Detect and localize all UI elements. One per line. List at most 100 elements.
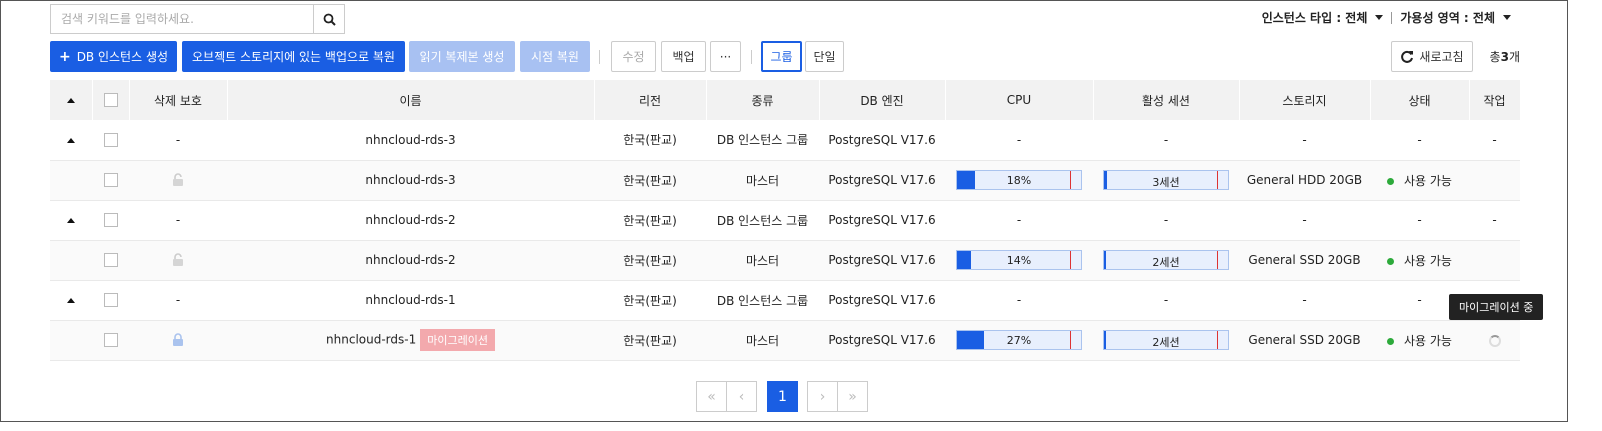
migration-badge: 마이그레이션: [420, 329, 495, 351]
col-status: 상태: [1370, 80, 1470, 120]
table-row[interactable]: nhncloud-rds-3 한국(판교) 마스터 PostgreSQL V17…: [50, 160, 1520, 201]
single-view-toggle[interactable]: 단일: [805, 41, 844, 72]
triangle-up-icon: [67, 137, 75, 143]
instance-name: nhncloud-rds-2: [227, 200, 594, 241]
instance-type: 마스터: [706, 320, 819, 361]
table-row[interactable]: nhncloud-rds-1 마이그레이션 한국(판교) 마스터 PostgreS…: [50, 320, 1520, 361]
last-page-button[interactable]: »: [837, 381, 868, 412]
refresh-button[interactable]: 새로고침: [1391, 41, 1473, 72]
select-all-checkbox-cell: [92, 80, 130, 120]
edit-button[interactable]: 수정: [611, 41, 656, 72]
group-collapse-toggle[interactable]: [50, 120, 92, 161]
db-engine: PostgreSQL V17.6: [819, 240, 945, 281]
col-name: 이름: [227, 80, 595, 120]
create-instance-button[interactable]: + DB 인스턴스 생성: [50, 41, 177, 72]
session-usage-bar: 3세션: [1103, 170, 1229, 190]
row-checkbox[interactable]: [103, 333, 118, 348]
triangle-up-icon: [66, 98, 75, 103]
db-engine: PostgreSQL V17.6: [819, 160, 945, 201]
chevron-left-icon: ‹: [738, 388, 745, 405]
session-usage-bar: 2세션: [1103, 250, 1229, 270]
select-all-checkbox[interactable]: [103, 93, 118, 108]
table-row-group[interactable]: - nhncloud-rds-3 한국(판교) DB 인스턴스 그룹 Postg…: [50, 120, 1520, 161]
refresh-icon: [1401, 50, 1414, 63]
col-db-engine: DB 엔진: [819, 80, 946, 120]
instance-type-filter[interactable]: 인스턴스 타입 : 전체: [1262, 9, 1384, 26]
divider: [1391, 11, 1393, 24]
collapse-all-toggle[interactable]: [50, 80, 93, 120]
search-button[interactable]: [313, 5, 344, 33]
region: 한국(판교): [594, 320, 706, 361]
prev-page-button[interactable]: ‹: [726, 381, 757, 412]
db-engine: PostgreSQL V17.6: [819, 200, 945, 241]
group-collapse-toggle[interactable]: [50, 200, 92, 241]
instance-type: DB 인스턴스 그룹: [706, 200, 819, 241]
session-usage-bar: 2세션: [1103, 330, 1229, 350]
row-checkbox[interactable]: [103, 293, 118, 308]
divider: [751, 50, 752, 64]
availability-zone-filter[interactable]: 가용성 영역 : 전체: [1400, 9, 1511, 26]
instance-name: nhncloud-rds-2: [227, 240, 594, 281]
db-engine: PostgreSQL V17.6: [819, 120, 945, 161]
instance-type-label: 인스턴스 타입 : 전체: [1261, 11, 1368, 25]
next-page-button[interactable]: ›: [807, 381, 838, 412]
migration-tooltip: 마이그레이션 중: [1449, 294, 1544, 320]
status: 사용 가능: [1370, 240, 1469, 281]
region: 한국(판교): [594, 240, 706, 281]
table-row[interactable]: nhncloud-rds-2 한국(판교) 마스터 PostgreSQL V17…: [50, 240, 1520, 281]
search-input[interactable]: [51, 5, 313, 33]
col-cpu: CPU: [945, 80, 1094, 120]
delete-protection: -: [129, 200, 227, 241]
col-action: 작업: [1469, 80, 1521, 120]
table-row-group[interactable]: - nhncloud-rds-2 한국(판교) DB 인스턴스 그룹 Postg…: [50, 200, 1520, 241]
lock-icon: [173, 333, 183, 347]
active-sessions: -: [1093, 200, 1239, 241]
row-checkbox[interactable]: [103, 213, 118, 228]
divider: [599, 50, 600, 64]
rds-console-panel: 인스턴스 타입 : 전체 가용성 영역 : 전체 + DB 인스턴스 생성 오브…: [0, 0, 1568, 422]
storage: -: [1239, 120, 1370, 161]
more-icon: ···: [719, 49, 732, 64]
plus-icon: +: [58, 48, 71, 65]
point-in-time-restore-button[interactable]: 시점 복원: [520, 41, 590, 72]
storage: General SSD 20GB: [1239, 240, 1370, 281]
col-region: 리전: [594, 80, 707, 120]
action: [1469, 320, 1520, 361]
double-chevron-left-icon: «: [707, 388, 716, 405]
instance-type: DB 인스턴스 그룹: [706, 280, 819, 321]
db-engine: PostgreSQL V17.6: [819, 320, 945, 361]
cpu-usage-bar: 14%: [956, 250, 1082, 270]
row-checkbox[interactable]: [103, 253, 118, 268]
instance-type: 마스터: [706, 240, 819, 281]
status: 사용 가능: [1370, 160, 1469, 201]
group-collapse-toggle[interactable]: [50, 280, 92, 321]
search-icon: [323, 13, 336, 26]
row-checkbox[interactable]: [103, 133, 118, 147]
action: -: [1469, 120, 1520, 161]
cpu-usage-bar: 18%: [956, 170, 1082, 190]
instance-name: nhncloud-rds-1 마이그레이션: [227, 320, 594, 361]
more-button[interactable]: ···: [710, 41, 741, 72]
table-row-group[interactable]: - nhncloud-rds-1 한국(판교) DB 인스턴스 그룹 Postg…: [50, 280, 1520, 321]
status-ok-icon: [1387, 177, 1394, 185]
region: 한국(판교): [594, 160, 706, 201]
row-checkbox[interactable]: [103, 173, 118, 188]
region: 한국(판교): [594, 120, 706, 161]
cpu: -: [945, 200, 1093, 241]
create-read-replica-button[interactable]: 읽기 복제본 생성: [409, 41, 515, 72]
backup-button[interactable]: 백업: [661, 41, 706, 72]
action: -: [1469, 200, 1520, 241]
first-page-button[interactable]: «: [696, 381, 727, 412]
total-count: 총3개: [1489, 50, 1520, 64]
caret-down-icon: [1503, 15, 1511, 20]
group-view-toggle[interactable]: 그룹: [761, 41, 802, 72]
loading-spinner-icon: [1488, 334, 1501, 347]
status: 사용 가능: [1370, 320, 1469, 361]
filter-bar: 인스턴스 타입 : 전체 가용성 영역 : 전체: [1262, 9, 1511, 26]
unlock-icon: [173, 173, 183, 187]
col-delete-protection: 삭제 보호: [129, 80, 228, 120]
storage: General SSD 20GB: [1239, 320, 1370, 361]
instance-name: nhncloud-rds-3: [227, 160, 594, 201]
restore-from-object-storage-button[interactable]: 오브젝트 스토리지에 있는 백업으로 복원: [182, 41, 405, 72]
page-button-current[interactable]: 1: [767, 381, 798, 412]
